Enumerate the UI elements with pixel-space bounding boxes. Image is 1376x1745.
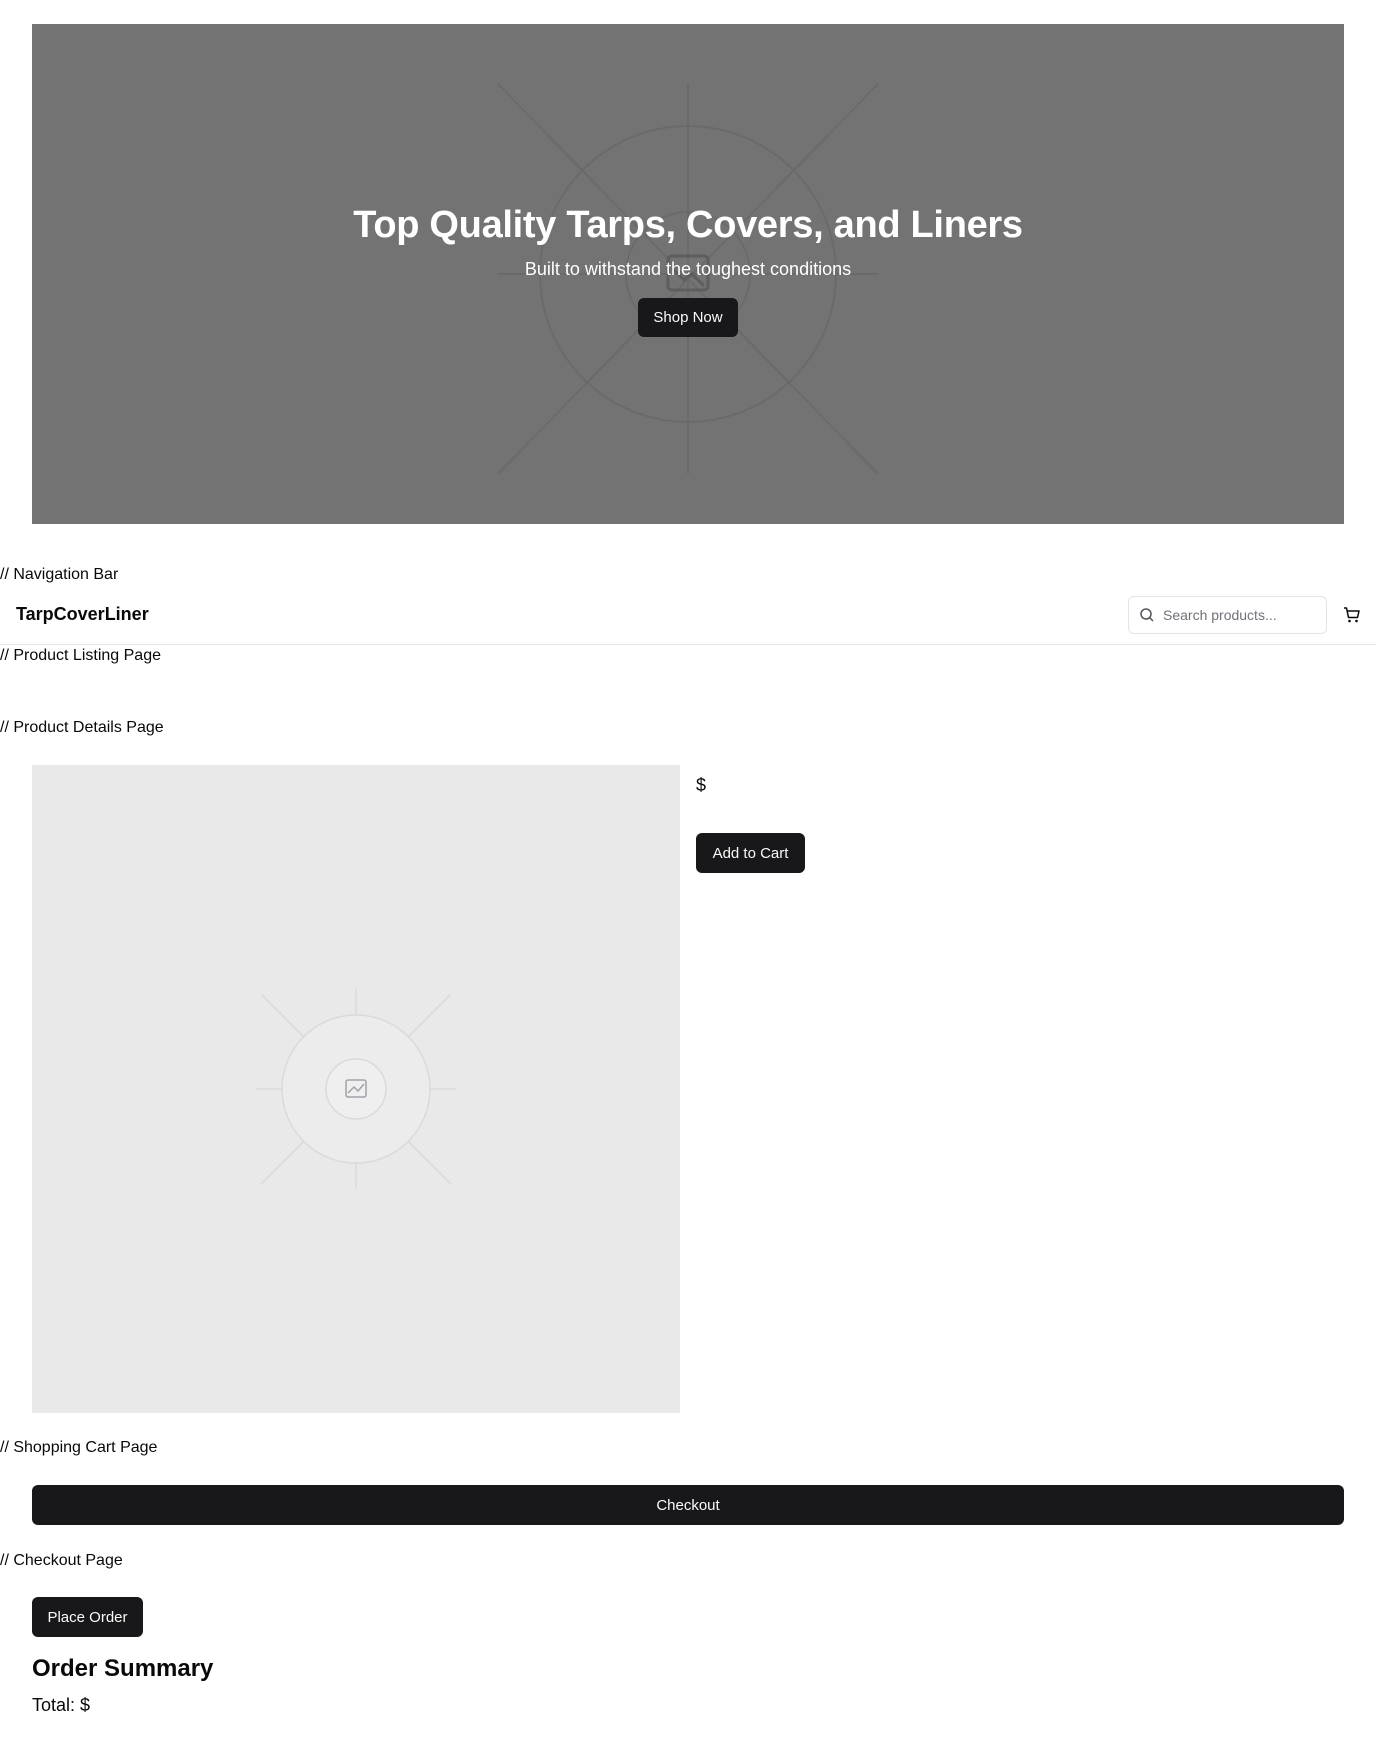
order-summary-title: Order Summary [32, 1655, 214, 1682]
search-box[interactable] [1128, 596, 1327, 634]
product-placeholder-graphic [256, 989, 456, 1189]
hero-banner: Top Quality Tarps, Covers, and Liners Bu… [32, 24, 1344, 524]
search-icon [1140, 608, 1154, 622]
cart-comment: // Shopping Cart Page [0, 1439, 158, 1456]
hero-subtitle: Built to withstand the toughest conditio… [524, 259, 852, 279]
hero-content: Top Quality Tarps, Covers, and Liners Bu… [32, 24, 1344, 524]
nav-comment: // Navigation Bar [0, 566, 119, 583]
brand-logo[interactable]: TarpCoverLiner [16, 604, 149, 625]
navigation-bar: TarpCoverLiner [0, 594, 1376, 645]
details-comment: // Product Details Page [0, 719, 164, 736]
search-input[interactable] [1161, 606, 1315, 624]
cart-icon[interactable] [1343, 606, 1361, 624]
listing-comment: // Product Listing Page [0, 647, 161, 664]
product-image [32, 765, 680, 1413]
checkout-comment: // Checkout Page [0, 1552, 123, 1569]
add-to-cart-button[interactable]: Add to Cart [696, 833, 805, 873]
shop-now-button[interactable]: Shop Now [638, 298, 738, 337]
order-total: Total: $ [32, 1695, 91, 1715]
checkout-button[interactable]: Checkout [32, 1485, 1344, 1525]
product-price: $ [696, 775, 707, 795]
hero-title: Top Quality Tarps, Covers, and Liners [353, 204, 1023, 246]
place-order-button[interactable]: Place Order [32, 1597, 143, 1637]
